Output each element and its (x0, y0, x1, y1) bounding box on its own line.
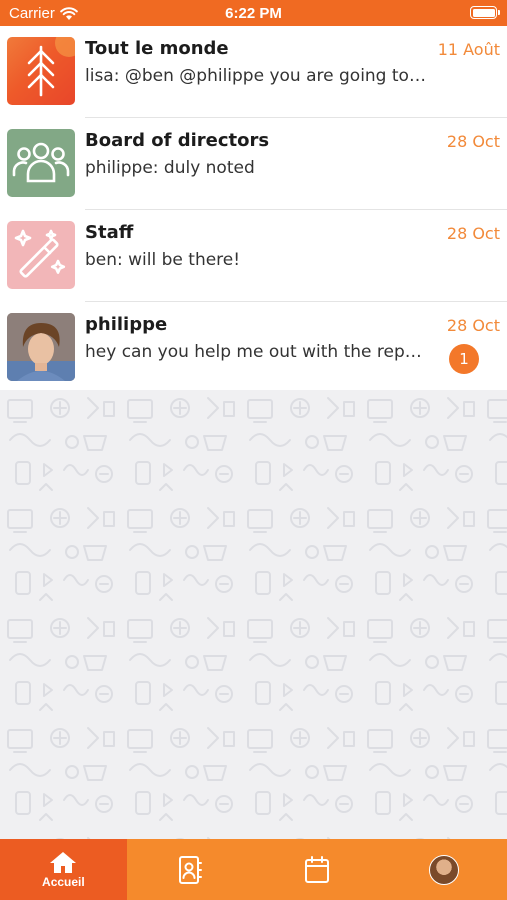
tab-accueil[interactable]: Accueil (0, 839, 127, 900)
tab-label-accueil: Accueil (42, 875, 85, 889)
conversation-row-board-of-directors[interactable]: Board of directors philippe: duly noted … (0, 118, 507, 210)
conversation-date: 28 Oct (446, 132, 500, 151)
conversation-row-staff[interactable]: Staff ben: will be there! 28 Oct (0, 210, 507, 302)
contacts-icon (179, 855, 203, 884)
conversation-row-tout-le-monde[interactable]: Tout le monde lisa: @ben @philippe you a… (0, 26, 507, 118)
status-time: 6:22 PM (225, 5, 282, 22)
conversation-title: philippe (85, 314, 168, 335)
magic-wand-icon (7, 221, 75, 289)
background-doodle-pattern (0, 390, 507, 839)
tab-bar: Accueil (0, 839, 507, 900)
battery-icon (470, 6, 500, 19)
unread-badge: 1 (449, 344, 479, 374)
conversation-title: Tout le monde (85, 38, 229, 59)
status-bar: Carrier 6:22 PM (0, 0, 507, 26)
tab-contacts[interactable] (127, 839, 254, 900)
conversation-row-philippe[interactable]: philippe hey can you help me out with th… (0, 302, 507, 394)
conversation-date: 11 Août (437, 40, 500, 59)
conversation-list: Tout le monde lisa: @ben @philippe you a… (0, 26, 507, 394)
conversation-preview: philippe: duly noted (85, 158, 255, 178)
home-icon (50, 852, 77, 873)
conversation-title: Staff (85, 222, 134, 243)
profile-avatar (428, 854, 459, 885)
user-photo (7, 313, 75, 381)
tree-icon (7, 37, 75, 105)
conversation-preview: ben: will be there! (85, 250, 241, 270)
tab-profile[interactable] (380, 839, 507, 900)
conversation-date: 28 Oct (446, 316, 500, 335)
conversation-preview: hey can you help me out with the repo... (85, 342, 430, 362)
conversation-preview: lisa: @ben @philippe you are going to li… (85, 66, 430, 86)
tab-calendar[interactable] (254, 839, 381, 900)
conversation-title: Board of directors (85, 130, 270, 151)
calendar-icon (304, 855, 329, 883)
conversation-date: 28 Oct (446, 224, 500, 243)
group-icon (7, 129, 75, 197)
